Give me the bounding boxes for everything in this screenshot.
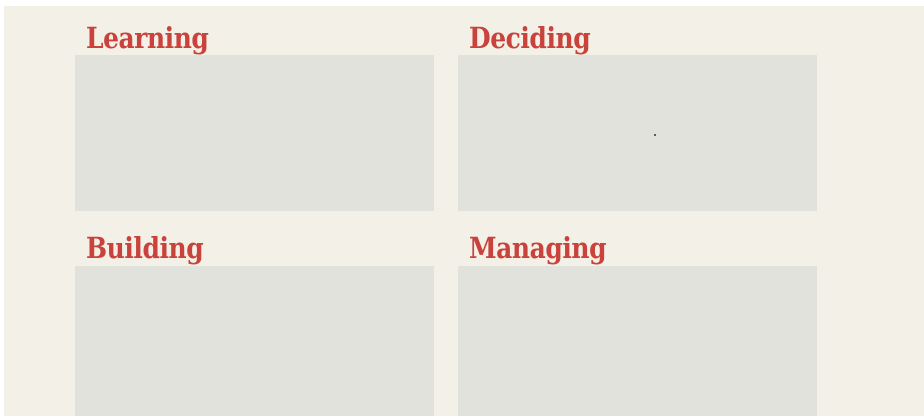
panel-building[interactable] [75, 266, 434, 416]
panel-learning[interactable] [75, 55, 434, 211]
panel-deciding[interactable] [458, 55, 817, 211]
canvas: Learning Deciding Building Managing [4, 6, 924, 416]
panel-managing[interactable] [458, 266, 817, 416]
section-title-building: Building [86, 231, 204, 265]
section-title-managing: Managing [469, 231, 607, 265]
section-title-deciding: Deciding [469, 21, 591, 55]
mouse-cursor-icon [654, 134, 656, 136]
section-title-learning: Learning [86, 21, 209, 55]
